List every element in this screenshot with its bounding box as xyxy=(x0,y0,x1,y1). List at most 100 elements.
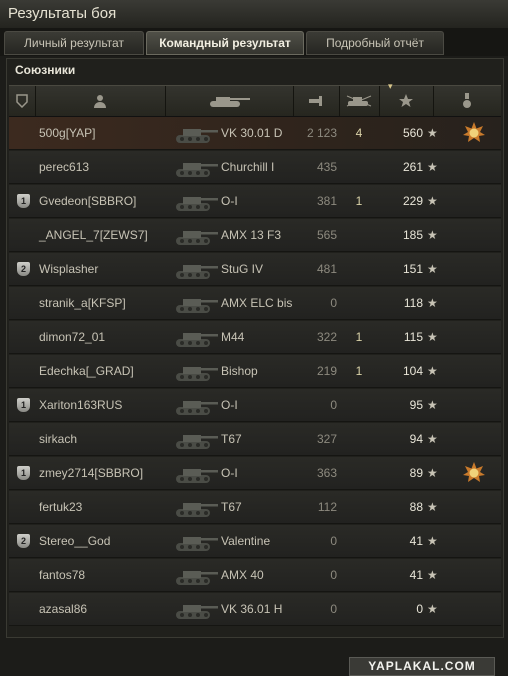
vehicle-name: StuG IV xyxy=(221,262,264,276)
player-row[interactable]: stranik_a[KFSP] AMX ELC bis 0 118 ★ xyxy=(9,287,501,320)
table-header xyxy=(9,85,501,117)
vehicle-name: VK 30.01 D xyxy=(221,126,283,140)
tab-bar: Личный результат Командный результат Под… xyxy=(0,28,508,56)
tab-team-result[interactable]: Командный результат xyxy=(146,31,304,55)
vehicle-icon xyxy=(173,291,219,315)
vehicle-icon xyxy=(173,529,219,553)
column-player[interactable] xyxy=(35,86,166,116)
tab-personal-result[interactable]: Личный результат xyxy=(4,31,144,55)
player-row[interactable]: 2 Wisplasher StuG IV 481 151 ★ xyxy=(9,253,501,286)
player-row[interactable]: 2 Stereo__God Valentine 0 41 ★ xyxy=(9,525,501,558)
squad-badge-icon: 2 xyxy=(17,534,30,548)
vehicle-name: Valentine xyxy=(221,534,271,548)
player-name[interactable]: _ANGEL_7[ZEWS7] xyxy=(39,219,148,251)
frags-value xyxy=(343,491,375,523)
star-icon: ★ xyxy=(427,330,438,344)
player-name[interactable]: zmey2714[SBBRO] xyxy=(39,457,143,489)
player-name[interactable]: Xariton163RUS xyxy=(39,389,122,421)
team-results-panel: Союзники ▾ 500g[YAP] VK 30.01 D 2 123 4 560 ★… xyxy=(6,58,504,676)
player-name[interactable]: Wisplasher xyxy=(39,253,98,285)
player-row[interactable]: dimon72_01 M44 322 1 115 ★ xyxy=(9,321,501,354)
column-squad[interactable] xyxy=(9,86,36,116)
frags-value xyxy=(343,559,375,591)
frags-value: 1 xyxy=(355,194,363,208)
frags-value: 4 xyxy=(355,126,363,140)
player-name[interactable]: 500g[YAP] xyxy=(39,117,95,149)
medal-icon[interactable] xyxy=(463,462,485,484)
experience-value: 185 xyxy=(402,228,423,242)
experience-value: 41 xyxy=(409,534,423,548)
frags-value xyxy=(343,423,375,455)
damage-value: 327 xyxy=(316,432,337,446)
column-medals[interactable] xyxy=(433,86,501,116)
squad-badge-icon: 1 xyxy=(17,194,30,208)
damage-value: 0 xyxy=(330,602,337,616)
experience-value: 151 xyxy=(402,262,423,276)
star-icon: ★ xyxy=(427,126,438,140)
damage-value: 435 xyxy=(316,160,337,174)
experience-value: 88 xyxy=(409,500,423,514)
player-row[interactable]: 1 Gvedeon[SBBRO] O-I 381 1 229 ★ xyxy=(9,185,501,218)
vehicle-icon xyxy=(173,495,219,519)
player-row[interactable]: 1 Xariton163RUS O-I 0 95 ★ xyxy=(9,389,501,422)
medal-icon[interactable] xyxy=(463,122,485,144)
star-icon: ★ xyxy=(427,160,438,174)
vehicle-icon xyxy=(173,461,219,485)
vehicle-icon xyxy=(173,325,219,349)
vehicle-icon xyxy=(173,597,219,621)
squad-badge-icon: 1 xyxy=(17,398,30,412)
frags-value xyxy=(343,593,375,625)
experience-value: 261 xyxy=(402,160,423,174)
damage-value: 0 xyxy=(330,296,337,310)
player-row[interactable]: perec613 Churchill I 435 261 ★ xyxy=(9,151,501,184)
frags-value: 1 xyxy=(355,330,363,344)
player-row[interactable]: sirkach T67 327 94 ★ xyxy=(9,423,501,456)
player-row[interactable]: fertuk23 T67 112 88 ★ xyxy=(9,491,501,524)
player-name[interactable]: azasal86 xyxy=(39,593,87,625)
squad-badge-icon: 2 xyxy=(17,262,30,276)
tab-detailed-report[interactable]: Подробный отчёт xyxy=(306,31,444,55)
section-title: Союзники xyxy=(15,63,76,77)
column-damage[interactable] xyxy=(293,86,340,116)
star-icon: ★ xyxy=(427,466,438,480)
player-name[interactable]: sirkach xyxy=(39,423,77,455)
window-title: Результаты боя xyxy=(8,5,117,22)
player-name[interactable]: perec613 xyxy=(39,151,89,183)
star-icon: ★ xyxy=(427,568,438,582)
frags-value xyxy=(343,253,375,285)
vehicle-name: VK 36.01 H xyxy=(221,602,283,616)
column-vehicle[interactable] xyxy=(165,86,294,116)
star-icon: ★ xyxy=(427,398,438,412)
player-row[interactable]: 1 zmey2714[SBBRO] O-I 363 89 ★ xyxy=(9,457,501,490)
frags-value xyxy=(343,151,375,183)
player-row[interactable]: azasal86 VK 36.01 H 0 0 ★ xyxy=(9,593,501,626)
vehicle-icon xyxy=(173,189,219,213)
column-frags[interactable] xyxy=(339,86,380,116)
damage-value: 322 xyxy=(316,330,337,344)
experience-value: 89 xyxy=(409,466,423,480)
vehicle-name: T67 xyxy=(221,432,242,446)
player-name[interactable]: stranik_a[KFSP] xyxy=(39,287,126,319)
damage-value: 363 xyxy=(316,466,337,480)
damage-icon xyxy=(309,96,322,106)
watermark: YAPLAKAL.COM xyxy=(349,657,495,676)
vehicle-name: O-I xyxy=(221,194,238,208)
player-name[interactable]: fantos78 xyxy=(39,559,85,591)
player-row[interactable]: _ANGEL_7[ZEWS7] AMX 13 F3 565 185 ★ xyxy=(9,219,501,252)
player-row[interactable]: Edechka[_GRAD] Bishop 219 1 104 ★ xyxy=(9,355,501,388)
player-row[interactable]: fantos78 AMX 40 0 41 ★ xyxy=(9,559,501,592)
vehicle-icon xyxy=(173,393,219,417)
player-name[interactable]: Gvedeon[SBBRO] xyxy=(39,185,136,217)
player-name[interactable]: dimon72_01 xyxy=(39,321,105,353)
vehicle-name: T67 xyxy=(221,500,242,514)
player-name[interactable]: Edechka[_GRAD] xyxy=(39,355,134,387)
frags-value xyxy=(343,219,375,251)
vehicle-icon xyxy=(173,359,219,383)
squad-icon xyxy=(16,94,28,108)
frags-value xyxy=(343,389,375,421)
player-name[interactable]: fertuk23 xyxy=(39,491,82,523)
experience-value: 41 xyxy=(409,568,423,582)
player-name[interactable]: Stereo__God xyxy=(39,525,110,557)
damage-value: 219 xyxy=(316,364,337,378)
player-row[interactable]: 500g[YAP] VK 30.01 D 2 123 4 560 ★ xyxy=(9,117,501,150)
